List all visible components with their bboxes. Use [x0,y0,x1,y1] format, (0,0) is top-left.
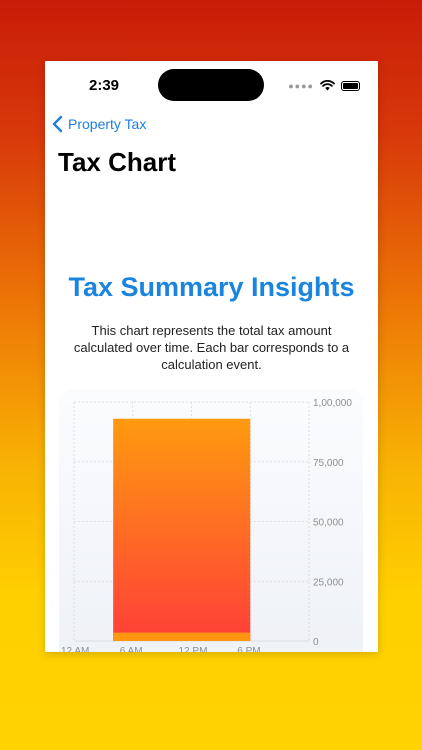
back-label: Property Tax [68,116,147,132]
y-tick-label: 75,000 [313,458,344,469]
tax-bar-chart: 1,00,000 75,000 50,000 25,000 0 12 AM 6 AM 12 P… [61,398,352,652]
signal-dots-icon: ●●●● [288,80,314,91]
back-button[interactable]: Property Tax [51,115,146,133]
y-tick-label: 50,000 [313,518,344,529]
wifi-icon [320,80,335,91]
chart-card: 1,00,000 75,000 50,000 25,000 0 12 AM 6 AM 12 P… [59,389,363,652]
battery-icon [341,80,360,91]
x-tick-label: 12 AM [61,646,89,652]
chart-bar [113,632,251,641]
phone-screen: 2:39 ●●●● Property Tax Tax Chart Tax Sum… [45,61,378,652]
y-tick-label: 1,00,000 [313,398,352,409]
y-tick-label: 25,000 [313,577,344,588]
chart-bar [113,418,251,641]
page-title: Tax Chart [58,147,176,177]
y-tick-label: 0 [313,637,319,648]
dynamic-island [158,69,264,101]
chart-heading: Tax Summary Insights [68,272,355,302]
status-icons: ●●●● [288,80,360,91]
x-tick-label: 6 AM [120,646,143,652]
chevron-left-icon [52,115,63,133]
status-bar: 2:39 ●●●● [45,61,378,109]
chart-description: This chart represents the total tax amou… [73,323,350,372]
status-time: 2:39 [89,77,120,94]
x-tick-label: 12 PM [179,646,208,652]
x-tick-label: 6 PM [237,646,260,652]
